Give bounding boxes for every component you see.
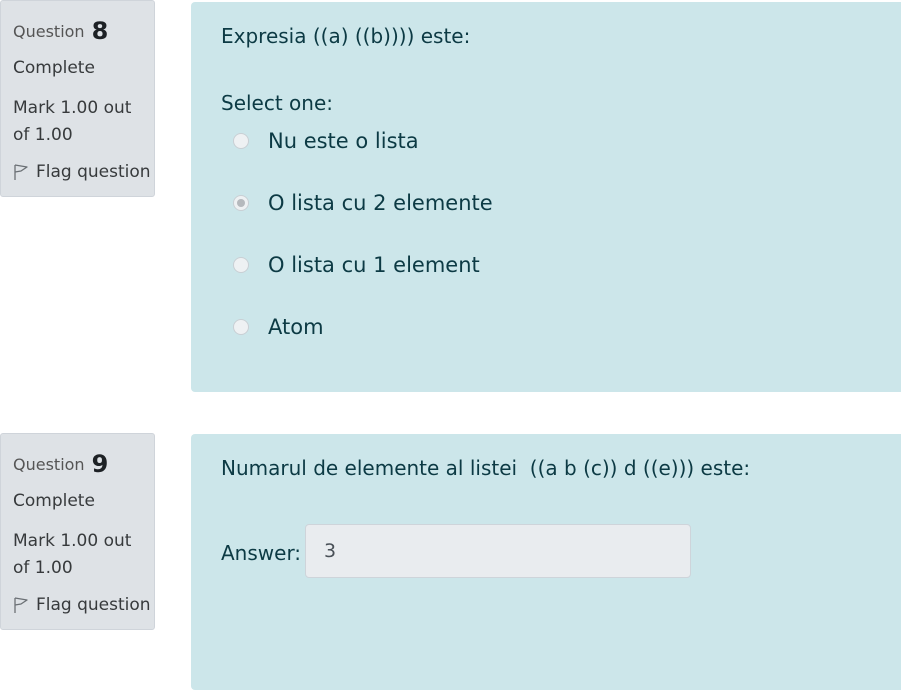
flag-icon <box>14 597 28 613</box>
question-grade: Mark 1.00 out of 1.00 <box>13 98 132 145</box>
answer-input[interactable] <box>305 524 691 578</box>
answer-option-label: O lista cu 2 elemente <box>268 191 493 215</box>
select-one-prompt: Select one: <box>221 91 334 115</box>
flag-question-link[interactable]: Flag question <box>13 595 151 615</box>
question-label: Question <box>13 22 85 41</box>
question-content: Expresia ((a) ((b)))) este: Select one: … <box>191 2 901 392</box>
question-8: Question 8 Complete Mark 1.00 out of 1.0… <box>0 0 901 392</box>
flag-question-label: Flag question <box>36 595 151 615</box>
answer-option-label: Nu este o lista <box>268 129 419 153</box>
flag-question-label: Flag question <box>36 162 151 182</box>
question-content: Numarul de elemente al listei ((a b (c))… <box>191 434 901 690</box>
answer-option[interactable]: Atom <box>233 312 324 342</box>
radio-button-selected[interactable] <box>233 195 249 211</box>
question-number: Question 9 <box>13 448 109 478</box>
question-info: Question 8 Complete Mark 1.00 out of 1.0… <box>0 0 155 197</box>
flag-icon <box>14 164 28 180</box>
answer-option[interactable]: Nu este o lista <box>233 126 419 156</box>
radio-button[interactable] <box>233 319 249 335</box>
flag-question-link[interactable]: Flag question <box>13 162 151 182</box>
question-text: Expresia ((a) ((b)))) este: <box>221 24 471 48</box>
radio-button[interactable] <box>233 257 249 273</box>
answer-option-label: O lista cu 1 element <box>268 253 480 277</box>
answer-option[interactable]: O lista cu 1 element <box>233 250 480 280</box>
question-text: Numarul de elemente al listei ((a b (c))… <box>221 456 751 480</box>
question-9: Question 9 Complete Mark 1.00 out of 1.0… <box>0 433 901 691</box>
question-state: Complete <box>13 58 95 78</box>
question-number-value: 9 <box>91 450 109 478</box>
answer-label: Answer: <box>221 541 302 565</box>
question-number: Question 8 <box>13 15 109 45</box>
answer-option[interactable]: O lista cu 2 elemente <box>233 188 493 218</box>
question-grade: Mark 1.00 out of 1.00 <box>13 531 132 578</box>
question-state: Complete <box>13 491 95 511</box>
radio-button[interactable] <box>233 133 249 149</box>
question-label: Question <box>13 455 85 474</box>
answer-option-label: Atom <box>268 315 324 339</box>
question-info: Question 9 Complete Mark 1.00 out of 1.0… <box>0 433 155 630</box>
question-number-value: 8 <box>91 17 109 45</box>
